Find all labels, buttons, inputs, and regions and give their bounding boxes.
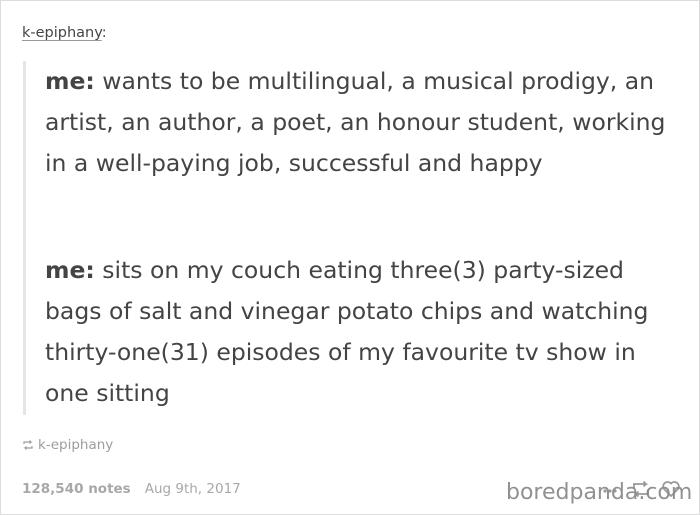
quote-paragraph-2: me: sits on my couch eating three(3) par… — [45, 250, 685, 414]
quote-paragraph-1: me: wants to be multilingual, a musical … — [45, 61, 685, 184]
post-date[interactable]: Aug 9th, 2017 — [145, 481, 241, 497]
watermark-logo: boredpanda.com — [506, 480, 693, 505]
quote-text-1: wants to be multilingual, a musical prod… — [45, 67, 666, 177]
username-colon: : — [101, 25, 107, 41]
speaker-label-1: me: — [45, 67, 95, 95]
post-footer: 128,540 notes Aug 9th, 2017 — [22, 481, 241, 497]
speaker-label-2: me: — [45, 256, 95, 284]
blockquote: me: wants to be multilingual, a musical … — [23, 61, 683, 415]
post-header: k-epiphany: — [22, 23, 107, 43]
reblog-small-icon — [23, 440, 33, 450]
source-username[interactable]: k-epiphany — [38, 437, 113, 453]
post-card: k-epiphany: me: wants to be multilingual… — [0, 0, 700, 515]
reblog-source[interactable]: k-epiphany — [22, 437, 113, 453]
username-link[interactable]: k-epiphany — [22, 25, 102, 41]
quote-text-2: sits on my couch eating three(3) party-s… — [45, 256, 649, 407]
notes-count[interactable]: 128,540 notes — [22, 481, 131, 497]
